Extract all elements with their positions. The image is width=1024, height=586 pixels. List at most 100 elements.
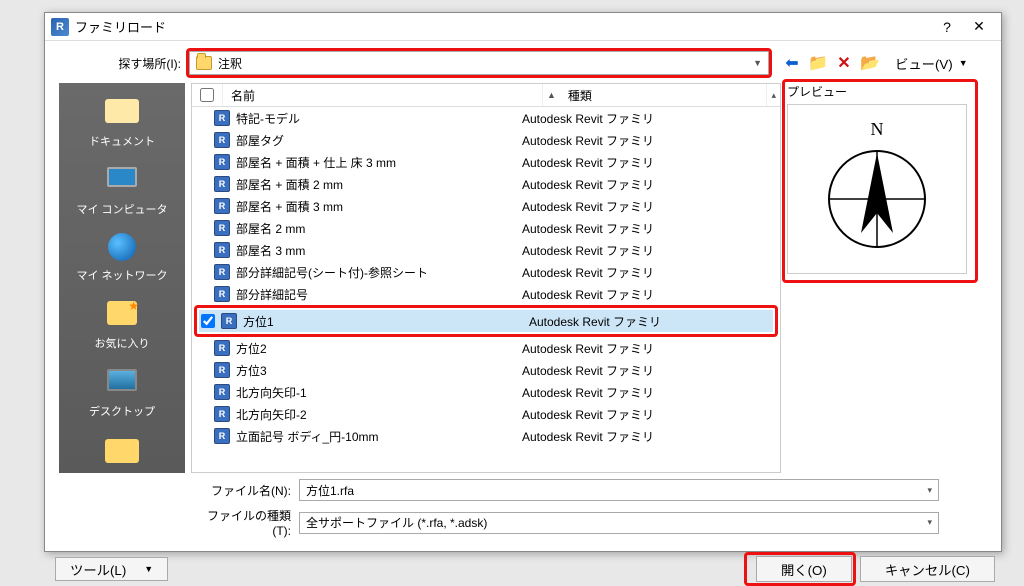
sidebar-item-label: マイ ネットワーク: [76, 270, 167, 282]
file-name: 方位1: [243, 313, 529, 330]
places-sidebar: ドキュメント マイ コンピュータ マイ ネットワーク お気に入り デスクトップ: [59, 83, 185, 473]
lookin-row: 探す場所(I): 注釈 ▼ ⬅ 📁 ✕ 📂 ビュー(V) ▼: [59, 51, 987, 75]
chevron-down-icon: ▾: [927, 485, 932, 496]
revit-family-icon: R: [214, 286, 230, 302]
sidebar-item-label: デスクトップ: [89, 406, 155, 418]
sidebar-item-label: お気に入り: [95, 338, 150, 350]
revit-family-icon: R: [221, 313, 237, 329]
revit-family-icon: R: [214, 176, 230, 192]
bottom-controls: ファイル名(N): 方位1.rfa ▾ ファイルの種類(T): 全サポートファイ…: [59, 473, 987, 538]
up-folder-icon[interactable]: 📁: [807, 53, 829, 73]
file-type: Autodesk Revit ファミリ: [522, 362, 780, 379]
file-row[interactable]: R特記-モデルAutodesk Revit ファミリ: [192, 107, 780, 129]
sidebar-item-documents[interactable]: ドキュメント: [63, 89, 181, 157]
file-row[interactable]: R部屋名 + 面積 + 仕上 床 3 mmAutodesk Revit ファミリ: [192, 151, 780, 173]
revit-family-icon: R: [214, 198, 230, 214]
revit-family-icon: R: [214, 406, 230, 422]
file-type: Autodesk Revit ファミリ: [522, 220, 780, 237]
help-button[interactable]: ?: [931, 16, 963, 38]
file-name: 部屋名 + 面積 3 mm: [236, 198, 522, 215]
file-type: Autodesk Revit ファミリ: [522, 264, 780, 281]
network-icon: [101, 233, 143, 265]
file-row[interactable]: R 部屋名 + 面積 3 mmAutodesk Revit ファミリ: [192, 195, 780, 217]
file-row[interactable]: R部屋タグAutodesk Revit ファミリ: [192, 129, 780, 151]
list-body[interactable]: R特記-モデルAutodesk Revit ファミリR部屋タグAutodesk …: [191, 107, 781, 473]
chevron-down-icon: ▼: [753, 58, 762, 68]
sidebar-item-label: Metric Library: [89, 473, 156, 485]
filename-value: 方位1.rfa: [306, 482, 354, 499]
back-arrow-icon[interactable]: ⬅: [781, 53, 803, 73]
folder-icon: [101, 439, 143, 471]
file-name: 方位3: [236, 362, 522, 379]
desktop-icon: [101, 369, 143, 401]
chevron-down-icon: ▼: [144, 564, 153, 574]
file-list: 名前 ▲ 種類 ▴ R特記-モデルAutodesk Revit ファミリR部屋タ…: [191, 83, 781, 473]
view-button[interactable]: ビュー(V) ▼: [889, 52, 974, 74]
close-button[interactable]: ✕: [963, 16, 995, 38]
scroll-up-icon[interactable]: ▴: [767, 84, 780, 106]
revit-family-icon: R: [214, 132, 230, 148]
file-row[interactable]: R 部分詳細記号(シート付)-参照シートAutodesk Revit ファミリ: [192, 261, 780, 283]
dialog-title: ファミリロード: [75, 17, 931, 36]
file-name: 部屋名 3 mm: [236, 242, 522, 259]
filetype-combo[interactable]: 全サポートファイル (*.rfa, *.adsk) ▾: [299, 512, 939, 534]
header-name[interactable]: 名前: [223, 84, 543, 106]
file-type: Autodesk Revit ファミリ: [522, 428, 780, 445]
open-button-label: 開く(O): [781, 563, 827, 578]
preview-label: プレビュー: [787, 83, 987, 100]
sidebar-item-favorites[interactable]: お気に入り: [63, 293, 181, 359]
row-checkbox[interactable]: [201, 314, 215, 328]
file-type: Autodesk Revit ファミリ: [522, 198, 780, 215]
header-name-label: 名前: [231, 87, 255, 104]
lookin-combo[interactable]: 注釈 ▼: [189, 51, 769, 75]
file-type: Autodesk Revit ファミリ: [522, 384, 780, 401]
file-row[interactable]: R立面記号 ボディ_円-10mmAutodesk Revit ファミリ: [192, 425, 780, 447]
file-row[interactable]: R部屋名 2 mmAutodesk Revit ファミリ: [192, 217, 780, 239]
file-row[interactable]: R方位1Autodesk Revit ファミリ: [199, 310, 773, 332]
sidebar-item-computer[interactable]: マイ コンピュータ: [63, 159, 181, 225]
sidebar-item-desktop[interactable]: デスクトップ: [63, 361, 181, 427]
file-row[interactable]: R方位2Autodesk Revit ファミリ: [192, 337, 780, 359]
file-row[interactable]: R方位3Autodesk Revit ファミリ: [192, 359, 780, 381]
file-name: 北方向矢印-1: [236, 384, 522, 401]
select-all-checkbox[interactable]: [200, 88, 214, 102]
lookin-value: 注釈: [218, 55, 242, 72]
file-name: 部屋名 + 面積 2 mm: [236, 176, 522, 193]
chevron-down-icon: ▾: [927, 517, 932, 528]
computer-icon: [101, 167, 143, 199]
filename-label: ファイル名(N):: [199, 482, 299, 499]
list-header: 名前 ▲ 種類 ▴: [191, 83, 781, 107]
revit-family-icon: R: [214, 340, 230, 356]
header-type-label: 種類: [568, 87, 592, 104]
open-button[interactable]: 開く(O): [756, 556, 852, 582]
documents-icon: [101, 99, 143, 131]
header-type[interactable]: 種類: [560, 84, 768, 106]
filename-input[interactable]: 方位1.rfa ▾: [299, 479, 939, 501]
sidebar-item-network[interactable]: マイ ネットワーク: [63, 227, 181, 291]
sidebar-item-metric-library[interactable]: Metric Library: [63, 429, 181, 493]
delete-icon[interactable]: ✕: [833, 53, 855, 73]
new-folder-icon[interactable]: 📂: [859, 53, 881, 73]
family-load-dialog: R ファミリロード ? ✕ 探す場所(I): 注釈 ▼ ⬅ 📁 ✕ 📂 ビュー(…: [44, 12, 1002, 552]
file-row[interactable]: R部屋名 3 mmAutodesk Revit ファミリ: [192, 239, 780, 261]
cancel-button[interactable]: キャンセル(C): [860, 556, 995, 582]
file-row[interactable]: R北方向矢印-2Autodesk Revit ファミリ: [192, 403, 780, 425]
file-row[interactable]: R部分詳細記号Autodesk Revit ファミリ: [192, 283, 780, 305]
revit-family-icon: R: [214, 154, 230, 170]
file-row[interactable]: R北方向矢印-1Autodesk Revit ファミリ: [192, 381, 780, 403]
revit-family-icon: R: [214, 264, 230, 280]
file-name: 特記-モデル: [236, 110, 522, 127]
file-name: 部分詳細記号: [236, 286, 522, 303]
file-name: 部分詳細記号(シート付)-参照シート: [236, 264, 522, 281]
file-row[interactable]: R部屋名 + 面積 2 mmAutodesk Revit ファミリ: [192, 173, 780, 195]
preview-panel: プレビュー N: [787, 83, 987, 473]
header-checkbox-cell: [192, 84, 223, 106]
file-type: Autodesk Revit ファミリ: [522, 132, 780, 149]
button-row: ツール(L) ▼ 開く(O) キャンセル(C): [45, 552, 1001, 586]
file-name: 部屋名 + 面積 + 仕上 床 3 mm: [236, 154, 522, 171]
tools-button[interactable]: ツール(L) ▼: [55, 557, 168, 581]
titlebar: R ファミリロード ? ✕: [45, 13, 1001, 41]
file-name: 立面記号 ボディ_円-10mm: [236, 428, 522, 445]
sidebar-item-label: ドキュメント: [89, 136, 155, 148]
highlight-box: [186, 48, 772, 78]
